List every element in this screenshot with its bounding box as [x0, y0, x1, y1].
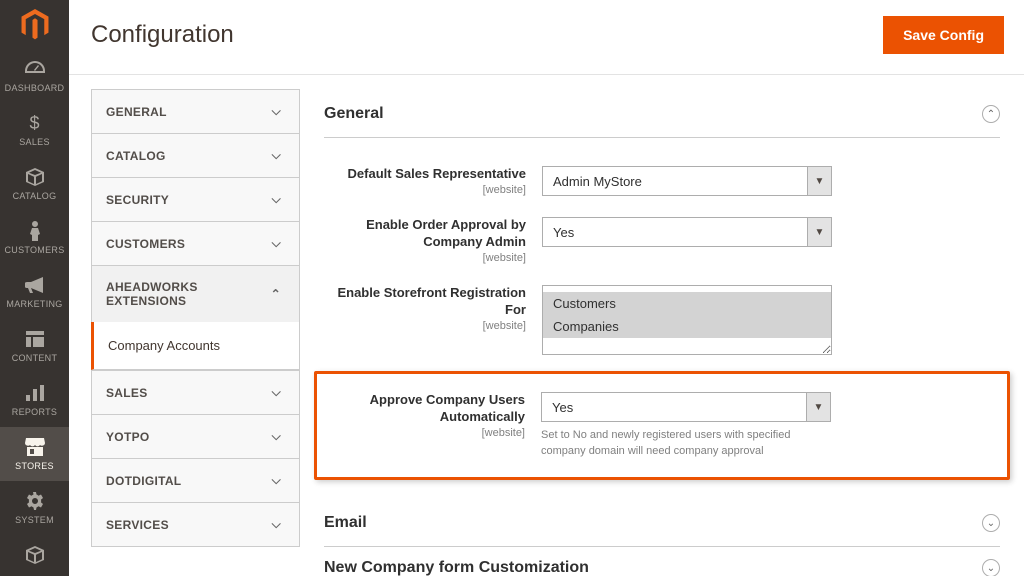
collapse-icon: ⌃: [982, 105, 1000, 123]
row-approve-auto: Approve Company Users Automatically[webs…: [323, 386, 1001, 473]
nav-catalog[interactable]: Catalog: [0, 157, 69, 211]
expand-icon: ⌄: [982, 514, 1000, 532]
megaphone-icon: [25, 274, 45, 296]
chevron-down-icon: ⌵: [272, 385, 281, 400]
tab-yotpo[interactable]: Yotpo⌵: [91, 414, 300, 458]
magento-logo: [0, 0, 69, 49]
row-default-rep: Default Sales Representative[website] Ad…: [324, 160, 1000, 211]
option-companies[interactable]: Companies: [543, 315, 831, 338]
chevron-down-icon: ⌵: [272, 429, 281, 444]
admin-sidebar: Dashboard $Sales Catalog Customers Marke…: [0, 0, 69, 576]
save-config-button[interactable]: Save Config: [883, 16, 1004, 54]
multiselect-storefront-reg[interactable]: Customers Companies: [542, 285, 832, 355]
nav-customers[interactable]: Customers: [0, 211, 69, 265]
select-default-rep[interactable]: Admin MyStore▼: [542, 166, 832, 196]
row-storefront-reg: Enable Storefront Registration For[websi…: [324, 279, 1000, 369]
chevron-down-icon: ⌵: [272, 104, 281, 119]
chevron-down-icon: ⌵: [272, 517, 281, 532]
tab-sales[interactable]: Sales⌵: [91, 370, 300, 414]
page-header: Configuration Save Config: [69, 0, 1024, 75]
chevron-down-icon: ⌵: [272, 148, 281, 163]
dropdown-arrow-icon: ▼: [807, 218, 831, 246]
dropdown-arrow-icon: ▼: [806, 393, 830, 421]
nav-marketing[interactable]: Marketing: [0, 265, 69, 319]
gear-icon: [26, 490, 44, 512]
highlight-approve-auto: Approve Company Users Automatically[webs…: [314, 371, 1010, 480]
chevron-up-icon: ⌃: [271, 287, 281, 301]
select-approve-auto[interactable]: Yes▼: [541, 392, 831, 422]
nav-sales[interactable]: $Sales: [0, 103, 69, 157]
tab-catalog[interactable]: Catalog⌵: [91, 133, 300, 177]
tab-general[interactable]: General⌵: [91, 89, 300, 133]
row-order-approval: Enable Order Approval by Company Admin[w…: [324, 211, 1000, 279]
person-icon: [28, 220, 42, 242]
select-order-approval[interactable]: Yes▼: [542, 217, 832, 247]
dollar-icon: $: [29, 112, 39, 134]
tab-aheadworks[interactable]: Aheadworks Extensions⌃: [91, 265, 300, 322]
page-title: Configuration: [91, 21, 234, 49]
tab-customers[interactable]: Customers⌵: [91, 221, 300, 265]
store-icon: [25, 436, 45, 458]
nav-stores[interactable]: Stores: [0, 427, 69, 481]
form-area: General ⌃ Default Sales Representative[w…: [300, 75, 1024, 576]
section-general[interactable]: General ⌃: [324, 93, 1000, 138]
dropdown-arrow-icon: ▼: [807, 167, 831, 195]
tab-security[interactable]: Security⌵: [91, 177, 300, 221]
hint-approve-auto: Set to No and newly registered users wit…: [541, 428, 831, 459]
chevron-down-icon: ⌵: [272, 473, 281, 488]
nav-content[interactable]: Content: [0, 319, 69, 373]
expand-icon: ⌄: [982, 559, 1000, 576]
tab-dotdigital[interactable]: Dotdigital⌵: [91, 458, 300, 502]
subtab-company-accounts[interactable]: Company Accounts: [91, 322, 300, 370]
tab-services[interactable]: Services⌵: [91, 502, 300, 547]
config-tabs: General⌵ Catalog⌵ Security⌵ Customers⌵ A…: [91, 89, 300, 576]
main: Configuration Save Config General⌵ Catal…: [69, 0, 1024, 576]
chevron-down-icon: ⌵: [272, 192, 281, 207]
option-customers[interactable]: Customers: [543, 292, 831, 315]
bars-icon: [26, 382, 44, 404]
section-email[interactable]: Email ⌄: [324, 502, 1000, 547]
nav-dashboard[interactable]: Dashboard: [0, 49, 69, 103]
nav-extensions[interactable]: [0, 535, 69, 576]
chevron-down-icon: ⌵: [272, 236, 281, 251]
nav-system[interactable]: System: [0, 481, 69, 535]
nav-reports[interactable]: Reports: [0, 373, 69, 427]
cube2-icon: [26, 544, 44, 566]
section-new-company[interactable]: New Company form Customization ⌄: [324, 547, 1000, 576]
cube-icon: [26, 166, 44, 188]
layout-icon: [26, 328, 44, 350]
dashboard-icon: [25, 58, 45, 80]
